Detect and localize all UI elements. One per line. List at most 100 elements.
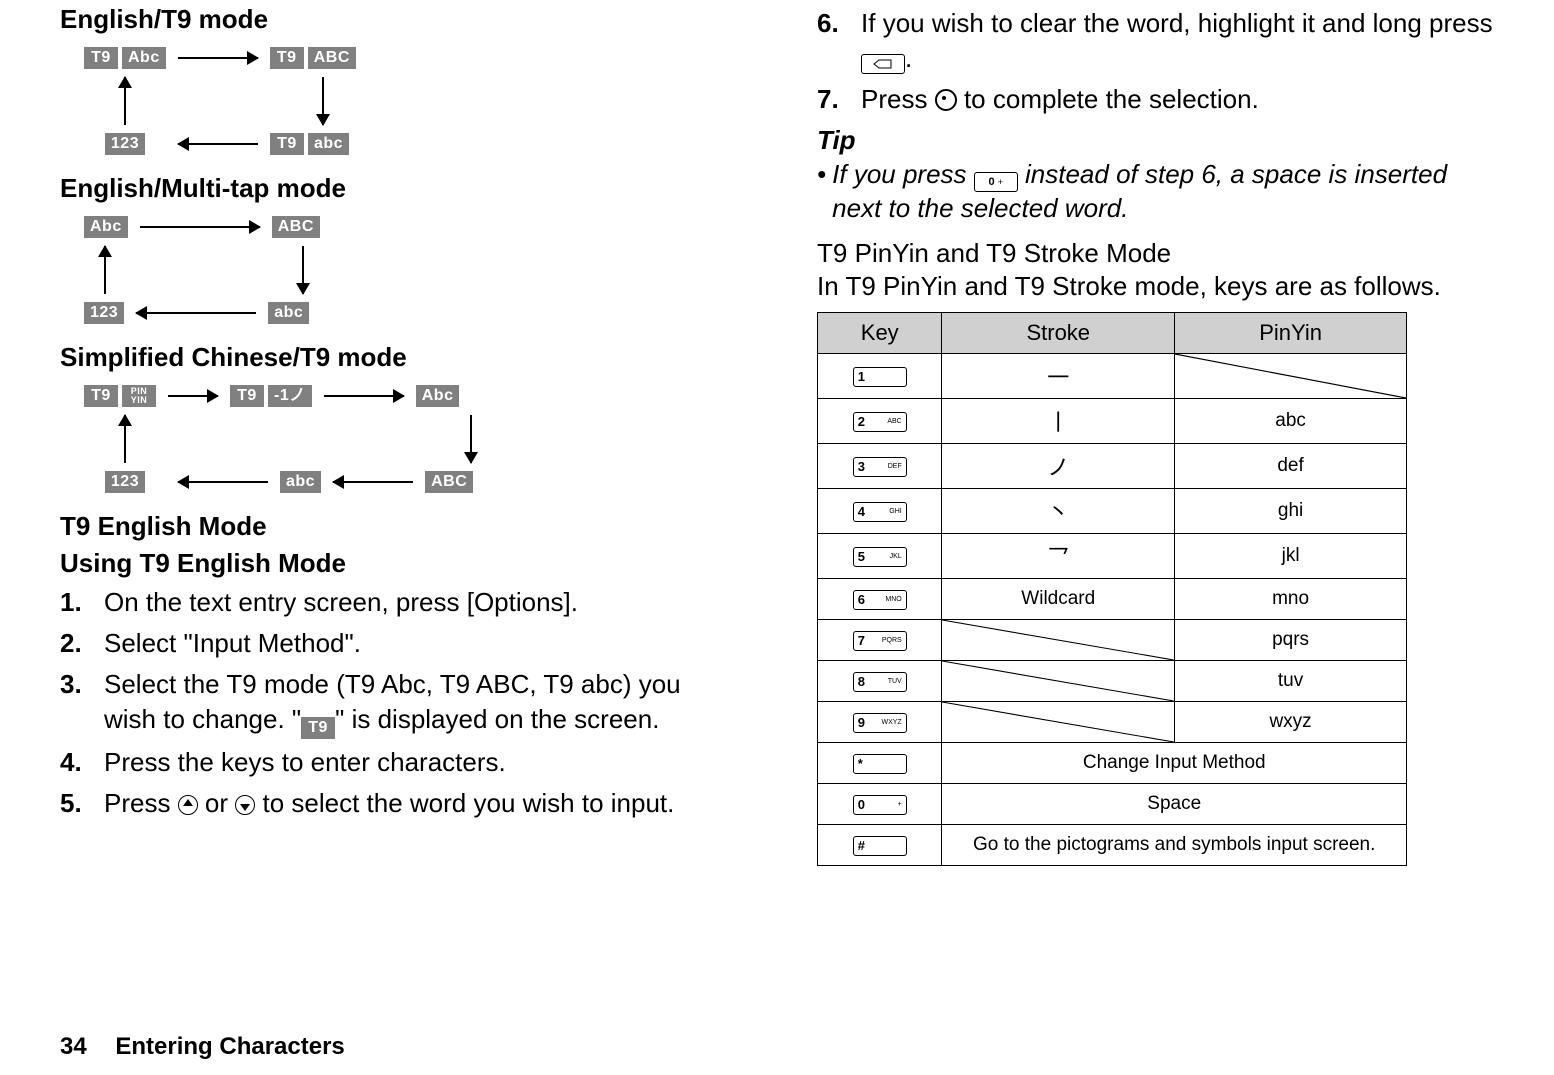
mode-heading: T9 PinYin and T9 Stroke Mode — [817, 238, 1494, 269]
stroke-cell: 乛 — [942, 534, 1175, 579]
steps-left: 1.On the text entry screen, press [Optio… — [60, 585, 717, 821]
pinyin-cell: mno — [1175, 579, 1407, 620]
arrow-left-icon — [178, 143, 258, 145]
page-footer: 34 Entering Characters — [60, 1033, 345, 1061]
key-cell: 6MNO — [818, 579, 942, 620]
table-row: 0+ Space — [818, 784, 1407, 825]
badge-abc-upper: ABC — [308, 47, 356, 69]
stroke-cell — [942, 620, 1175, 661]
badge-123: 123 — [84, 302, 124, 324]
merged-cell: Space — [942, 784, 1407, 825]
badge-abc-title: Abc — [416, 385, 460, 407]
key-cell: * — [818, 743, 942, 784]
badge-abc-lower: abc — [268, 302, 309, 324]
key-table: Key Stroke PinYin 1一2ABC丨abc3DEFノdef4GHI… — [817, 312, 1407, 866]
badge-123: 123 — [105, 471, 145, 493]
step-5: 5.Press or to select the word you wish t… — [60, 786, 717, 821]
arrow-down-icon — [302, 246, 304, 294]
arrow-up-icon — [124, 77, 126, 125]
arrow-right-icon — [168, 395, 218, 397]
step-4: 4.Press the keys to enter characters. — [60, 745, 717, 780]
table-row: 8TUV tuv — [818, 661, 1407, 702]
pinyin-cell: pqrs — [1175, 620, 1407, 661]
tip-heading: Tip — [817, 125, 1494, 156]
badge-abc-upper: ABC — [425, 471, 473, 493]
pinyin-cell: ghi — [1175, 489, 1407, 534]
table-row: 4GHI丶ghi — [818, 489, 1407, 534]
stroke-cell: 丨 — [942, 399, 1175, 444]
center-key-icon — [935, 89, 957, 111]
badge-abc-lower: abc — [308, 133, 349, 155]
table-row: *Change Input Method — [818, 743, 1407, 784]
table-row: 3DEFノdef — [818, 444, 1407, 489]
step-6: 6.If you wish to clear the word, highlig… — [817, 6, 1494, 76]
merged-cell: Go to the pictograms and symbols input s… — [942, 825, 1407, 866]
key-pill: 4GHI — [853, 502, 907, 522]
pinyin-cell: tuv — [1175, 661, 1407, 702]
stroke-cell — [942, 661, 1175, 702]
pinyin-cell — [1175, 354, 1407, 399]
stroke-cell: 一 — [942, 354, 1175, 399]
arrow-right-icon — [140, 226, 260, 228]
key-cell: 0+ — [818, 784, 942, 825]
pinyin-cell: jkl — [1175, 534, 1407, 579]
mode-description: In T9 PinYin and T9 Stroke mode, keys ar… — [817, 271, 1494, 302]
stroke-cell: Wildcard — [942, 579, 1175, 620]
arrow-right-icon — [178, 57, 258, 59]
badge-abc-lower: abc — [280, 471, 321, 493]
badge-123: 123 — [105, 133, 145, 155]
arrow-left-icon — [333, 481, 413, 483]
step-7: 7.Press to complete the selection. — [817, 82, 1494, 117]
table-row: 9WXYZ wxyz — [818, 702, 1407, 743]
table-row: #Go to the pictograms and symbols input … — [818, 825, 1407, 866]
arrow-down-icon — [470, 415, 472, 463]
key-cell: # — [818, 825, 942, 866]
table-row: 7PQRSpqrs — [818, 620, 1407, 661]
heading-simplified-chinese: Simplified Chinese/T9 mode — [60, 342, 717, 373]
arrow-left-icon — [178, 481, 268, 483]
pinyin-cell: abc — [1175, 399, 1407, 444]
diagram-english-t9: T9Abc T9ABC 123 T9abc — [60, 43, 717, 159]
arrow-up-icon — [124, 415, 126, 463]
badge-abc-title: Abc — [122, 47, 166, 69]
key-pill: * — [853, 754, 907, 774]
key-pill: 1 — [853, 367, 907, 387]
table-row: 6MNO Wildcardmno — [818, 579, 1407, 620]
badge-t9: T9 — [270, 47, 304, 69]
arrow-down-icon — [322, 77, 324, 125]
pinyin-cell: wxyz — [1175, 702, 1407, 743]
badge-t9: T9 — [84, 385, 118, 407]
footer-title: Entering Characters — [115, 1033, 344, 1060]
badge-t9-inline: T9 — [301, 717, 335, 739]
key-pill: 0+ — [853, 795, 907, 815]
step-3: 3.Select the T9 mode (T9 Abc, T9 ABC, T9… — [60, 667, 717, 739]
key-pill: 2ABC — [853, 412, 907, 432]
arrow-right-icon — [324, 395, 404, 397]
key-cell: 4GHI — [818, 489, 942, 534]
heading-t9-english-mode: T9 English Mode — [60, 511, 717, 542]
table-row: 1一 — [818, 354, 1407, 399]
key-pill: 8TUV — [853, 672, 907, 692]
badge-stroke: -1ノ — [268, 385, 312, 407]
step-2: 2.Select "Input Method". — [60, 626, 717, 661]
th-key: Key — [818, 313, 942, 354]
heading-using-t9: Using T9 English Mode — [60, 548, 717, 579]
key-pill: 3DEF — [853, 457, 907, 477]
nav-up-icon — [178, 795, 198, 815]
table-row: 5JKL乛jkl — [818, 534, 1407, 579]
step-1: 1.On the text entry screen, press [Optio… — [60, 585, 717, 620]
pinyin-cell: def — [1175, 444, 1407, 489]
badge-pinyin: PINYIN — [122, 385, 156, 407]
arrow-left-icon — [136, 312, 256, 314]
badge-abc-upper: ABC — [272, 216, 320, 238]
th-stroke: Stroke — [942, 313, 1175, 354]
key-pill: 9WXYZ — [853, 713, 907, 733]
page-number: 34 — [60, 1033, 87, 1060]
left-column: English/T9 mode T9Abc T9ABC 123 T9abc En… — [60, 0, 717, 866]
heading-english-multitap: English/Multi-tap mode — [60, 173, 717, 204]
badge-t9: T9 — [84, 47, 118, 69]
stroke-cell — [942, 702, 1175, 743]
arrow-up-icon — [104, 246, 106, 294]
key-pill: 6MNO — [853, 590, 907, 610]
key-cell: 5JKL — [818, 534, 942, 579]
